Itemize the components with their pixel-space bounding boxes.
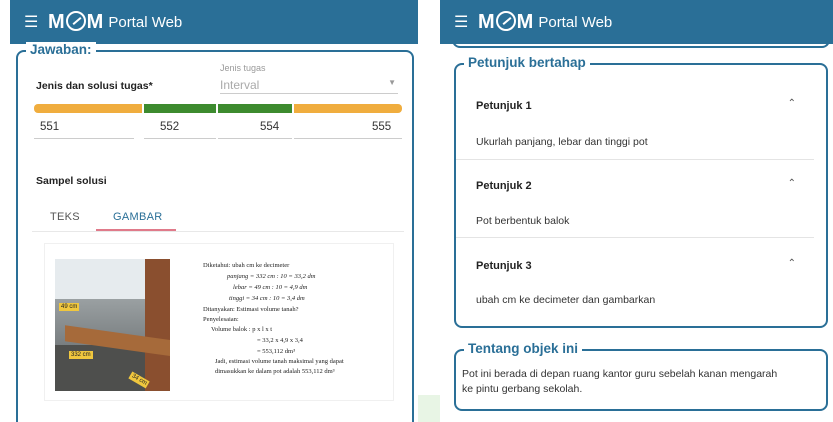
hint-1-title: Petunjuk 1 (476, 100, 532, 112)
logo: MM (478, 10, 534, 33)
chevron-down-icon: ▼ (388, 78, 396, 87)
hint-2-text: Pot berbentuk balok (476, 215, 570, 227)
tab-teks[interactable]: TEKS (50, 211, 80, 223)
task-type-label: Jenis dan solusi tugas* (36, 80, 153, 92)
right-panel: ☰ MM Portal Web Petunjuk bertahap Petunj… (440, 0, 833, 422)
menu-icon[interactable]: ☰ (454, 12, 478, 32)
chevron-up-icon[interactable]: ⌃ (788, 178, 796, 189)
interval-value-3[interactable]: 554 (260, 121, 279, 133)
interval-input-line (34, 138, 134, 139)
logo: MM (48, 10, 104, 33)
photo-label: 332 cm (69, 351, 93, 359)
solution-line: panjang = 332 cm : 10 = 33,2 dm (227, 273, 316, 280)
hint-3-title: Petunjuk 3 (476, 260, 532, 272)
menu-icon[interactable]: ☰ (24, 12, 48, 32)
tabs-divider (32, 231, 404, 232)
solution-line: Jadi, estimasi volume tanah maksimal yan… (215, 358, 344, 365)
solution-line: Volume balok : p x l x t (211, 326, 273, 333)
interval-value-2[interactable]: 552 (160, 121, 179, 133)
task-type-select[interactable]: Interval ▼ (220, 76, 398, 94)
answer-legend: Jawaban: (26, 42, 96, 57)
interval-bar-segment (144, 104, 216, 113)
solution-line: Penyelesaian: (203, 316, 239, 323)
hints-legend: Petunjuk bertahap (464, 55, 590, 70)
solution-line: lebar = 49 cm : 10 = 4,9 dm (233, 284, 308, 291)
hint-1-text: Ukurlah panjang, lebar dan tinggi pot (476, 136, 648, 148)
about-section: Tentang objek ini (454, 341, 828, 411)
previous-section-border (452, 36, 830, 48)
interval-value-1[interactable]: 551 (40, 121, 59, 133)
solution-line: Ditanyakan: Estimasi volume tanah? (203, 306, 299, 313)
hint-1-header[interactable]: Petunjuk 1 ⌃ (456, 96, 814, 114)
solution-line: Diketahui: ubah cm ke decimeter (203, 262, 290, 269)
solution-line: = 553,112 dm³ (257, 348, 296, 355)
app-title: Portal Web (538, 13, 613, 31)
hint-2-header[interactable]: Petunjuk 2 ⌃ (456, 176, 814, 194)
interval-input-line (144, 138, 216, 139)
app-bar: ☰ MM Portal Web (10, 0, 418, 44)
solution-line: = 33,2 x 4,9 x 3,4 (257, 337, 303, 344)
hint-divider (456, 159, 814, 160)
interval-bar-segment (218, 104, 292, 113)
hint-3-header[interactable]: Petunjuk 3 ⌃ (456, 256, 814, 274)
sample-solution-label: Sampel solusi (36, 175, 107, 187)
hint-3-text: ubah cm ke decimeter dan gambarkan (476, 294, 656, 306)
interval-input-line (294, 138, 402, 139)
app-title: Portal Web (108, 13, 183, 31)
hint-divider (456, 237, 814, 238)
solution-line: dimasukkan ke dalam pot adalah 553,112 d… (215, 368, 335, 375)
solution-line: tinggi = 34 cm : 10 = 3,4 dm (229, 295, 305, 302)
about-text-line: ke pintu gerbang sekolah. (462, 383, 583, 395)
interval-value-4[interactable]: 555 (372, 121, 391, 133)
chevron-up-icon[interactable]: ⌃ (788, 98, 796, 109)
about-text-line: Pot ini berada di depan ruang kantor gur… (462, 368, 778, 380)
solution-image: 49 cm 332 cm 34 cm Diketahui: ubah cm ke… (44, 243, 394, 401)
task-type-field-label: Jenis tugas (220, 63, 266, 73)
compass-icon (65, 10, 86, 31)
hint-2-title: Petunjuk 2 (476, 180, 532, 192)
interval-bar-segment (34, 104, 142, 113)
interval-input-line (218, 138, 292, 139)
interval-bar-segment (294, 104, 402, 113)
photo-label: 49 cm (59, 303, 80, 311)
task-type-value: Interval (220, 78, 260, 92)
chevron-up-icon[interactable]: ⌃ (788, 258, 796, 269)
compass-icon (495, 10, 516, 31)
tab-gambar[interactable]: GAMBAR (113, 211, 162, 223)
about-legend: Tentang objek ini (464, 341, 583, 356)
left-panel: ☰ MM Portal Web Jawaban: Jenis dan solus… (10, 0, 418, 422)
pot-photo: 49 cm 332 cm 34 cm (55, 259, 170, 391)
